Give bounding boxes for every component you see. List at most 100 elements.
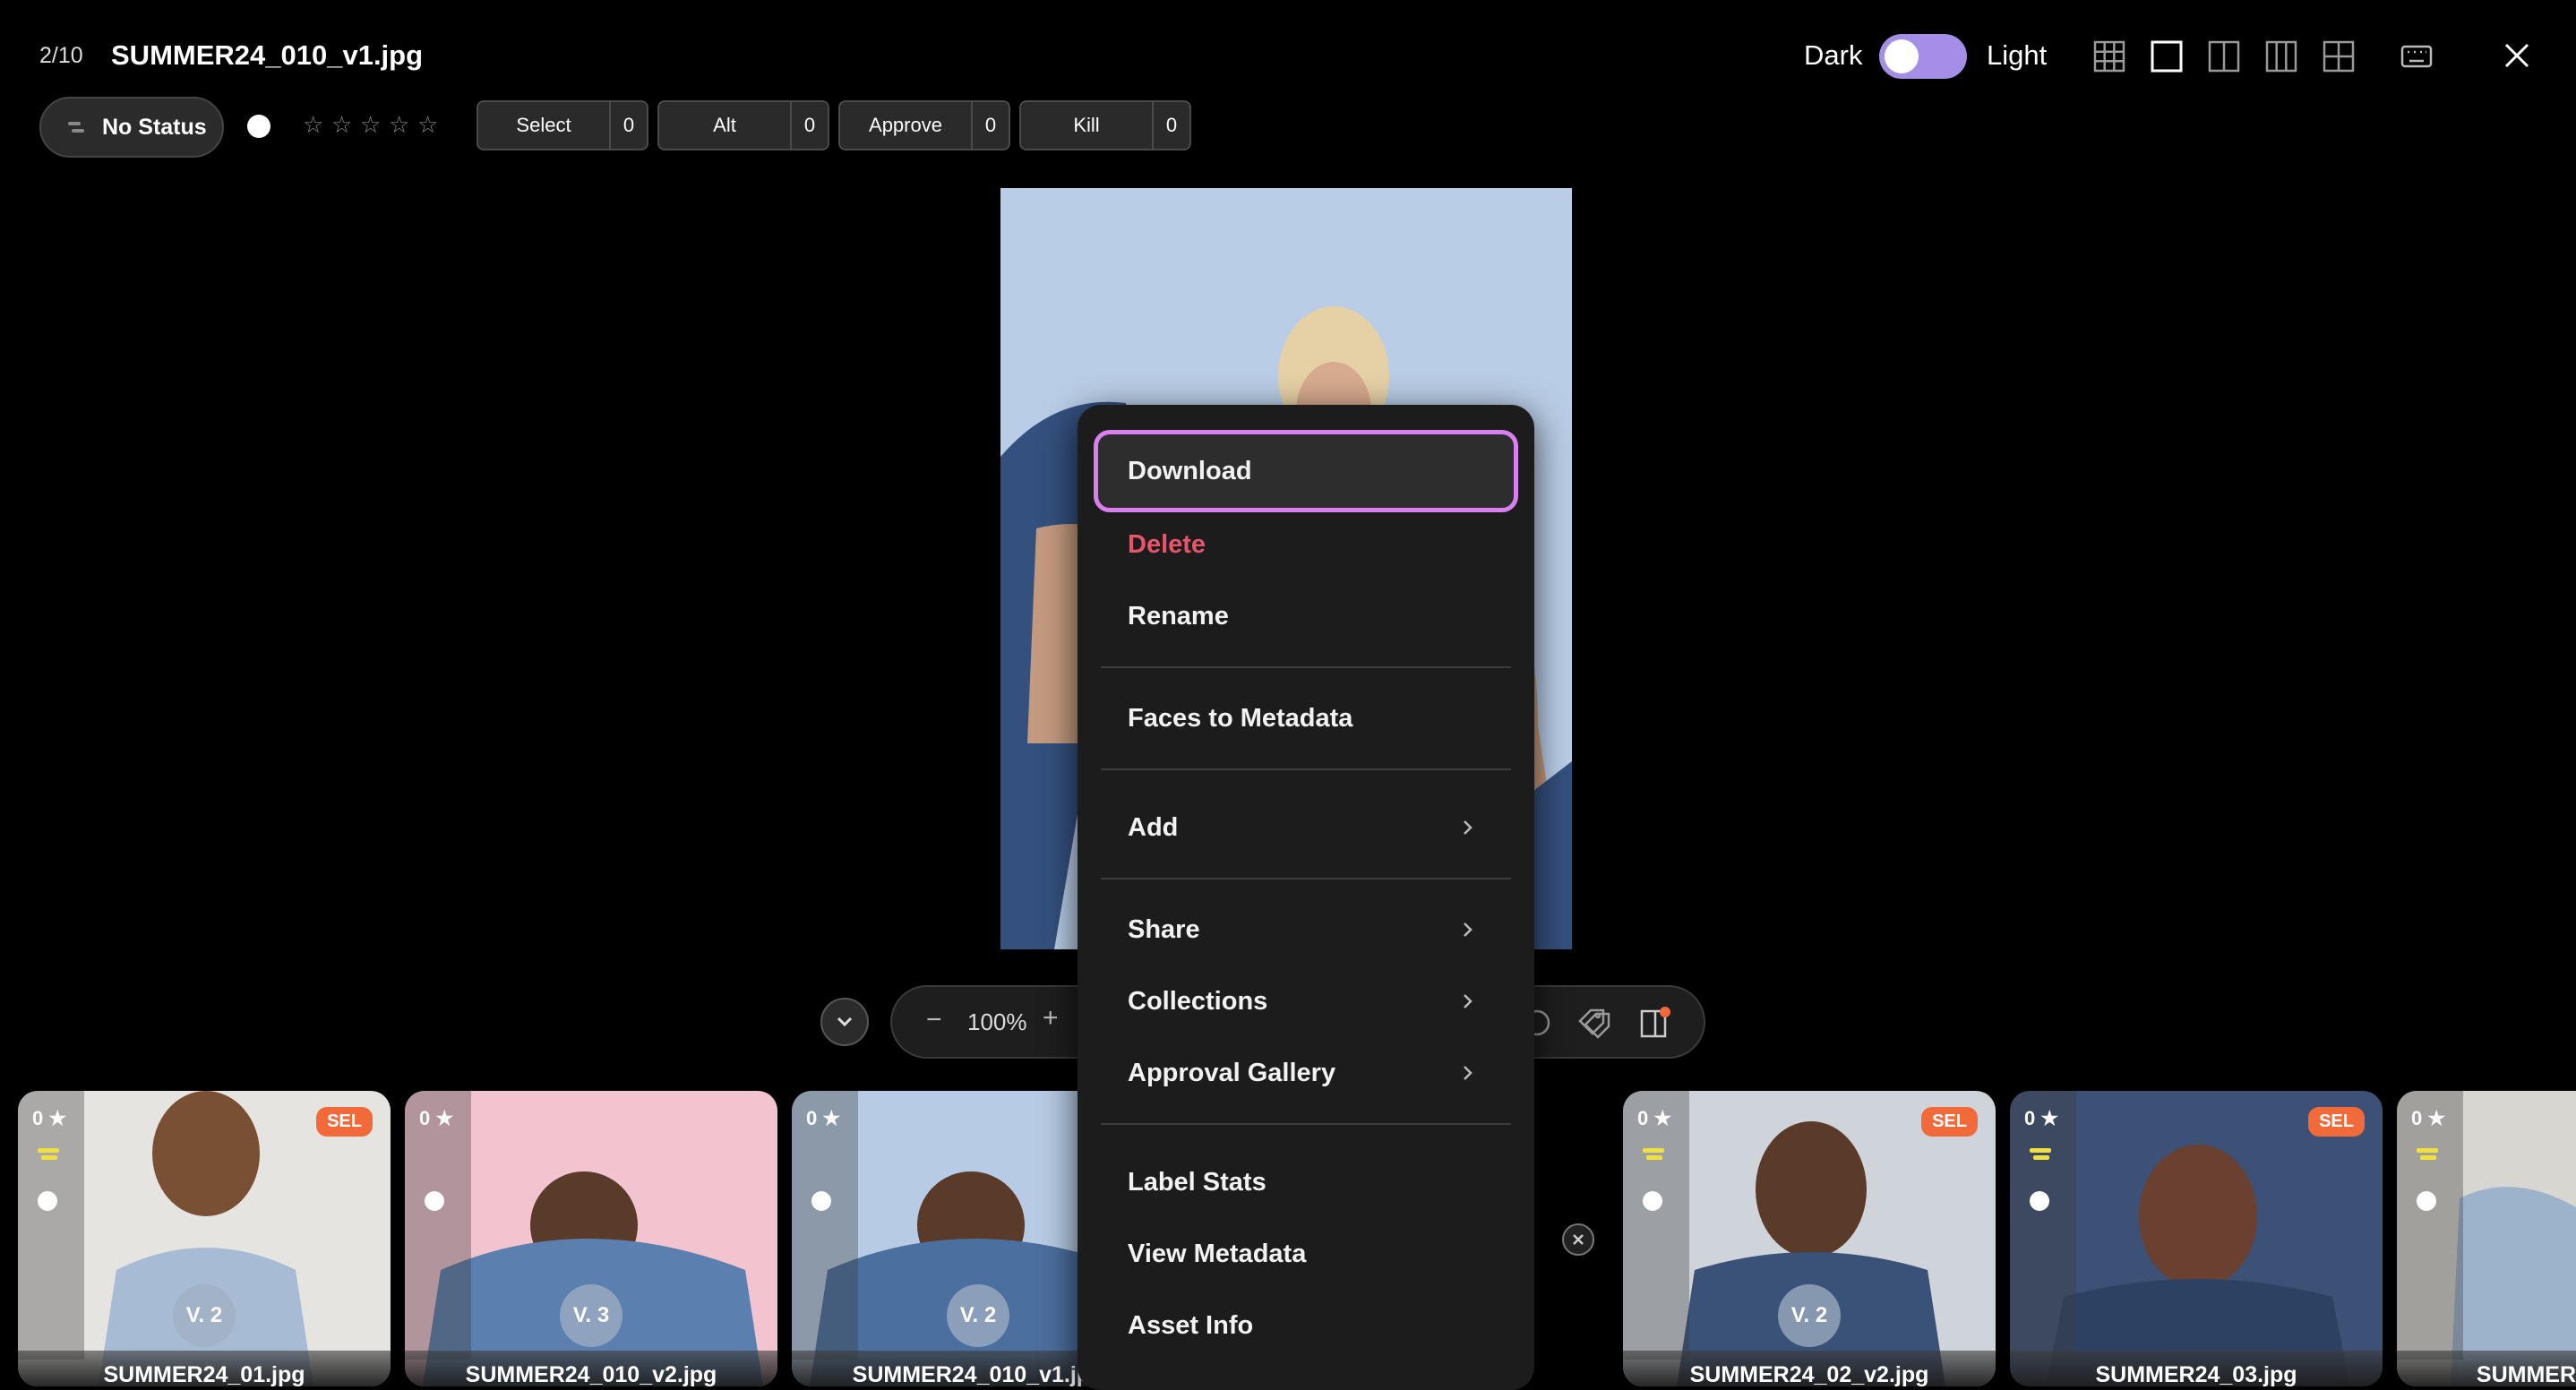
color-label-dot[interactable]	[1643, 1191, 1662, 1211]
menu-item-add[interactable]: Add	[1128, 813, 1178, 843]
theme-dark-label: Dark	[1804, 39, 1863, 71]
menu-item-approval-gallery[interactable]: Approval Gallery	[1128, 1059, 1335, 1088]
version-badge[interactable]: V. 2	[173, 1284, 236, 1347]
menu-item-view-metadata[interactable]: View Metadata	[1128, 1240, 1306, 1269]
thumbnail-filename: SUMMER24_010_v2.jpg	[405, 1351, 777, 1386]
thumbnail-side-panel	[1623, 1091, 1689, 1360]
menu-divider	[1101, 878, 1511, 879]
thumbnail-filename: SUMMER24_02_v2.jpg	[1623, 1351, 1996, 1386]
label-count: 0	[971, 102, 1009, 149]
three-column-icon[interactable]	[2264, 39, 2298, 73]
zoom-out-button[interactable]: −	[926, 1005, 942, 1035]
color-label-dot[interactable]	[38, 1191, 57, 1211]
thumbnail-side-panel	[792, 1091, 858, 1360]
flag-icon[interactable]	[2417, 1148, 2440, 1161]
thumbnail-filename: SUMMER24_03.jpg	[2010, 1351, 2383, 1386]
thumbnail-side-panel	[2010, 1091, 2076, 1360]
label-name: Alt	[713, 114, 736, 136]
menu-item-share[interactable]: Share	[1128, 915, 1200, 945]
filmstrip-thumbnail[interactable]: 0 ★ V. 3 SUMMER24_010_v2.jpg	[405, 1091, 777, 1386]
color-label-dot[interactable]	[2030, 1191, 2049, 1211]
thumbnail-filename: SUMMER24_01.jpg	[18, 1351, 391, 1386]
chevron-down-icon	[837, 1017, 853, 1027]
menu-item-download[interactable]: Download	[1128, 457, 1252, 486]
thumbnail-rating[interactable]: 0 ★	[32, 1107, 66, 1130]
label-count: 0	[1152, 102, 1189, 149]
chevron-right-icon	[1464, 922, 1473, 937]
thumbnail-rating[interactable]: 0 ★	[419, 1107, 453, 1130]
two-column-icon[interactable]	[2207, 39, 2241, 73]
thumbnail-side-panel	[405, 1091, 471, 1360]
flag-icon[interactable]	[38, 1148, 61, 1161]
theme-toggle[interactable]	[1879, 34, 1967, 79]
chevron-right-icon	[1464, 1066, 1473, 1080]
flag-icon[interactable]	[2030, 1148, 2053, 1161]
tag-icon[interactable]	[1576, 1005, 1612, 1041]
theme-light-label: Light	[1987, 39, 2048, 71]
label-name: Select	[516, 114, 571, 136]
label-name: Approve	[869, 114, 942, 136]
star-icon[interactable]: ☆	[389, 111, 412, 139]
menu-divider	[1101, 768, 1511, 770]
status-icon	[68, 122, 84, 133]
menu-divider	[1101, 666, 1511, 668]
close-icon[interactable]	[2499, 38, 2535, 73]
sel-badge: SEL	[2308, 1107, 2365, 1137]
menu-item-label-stats[interactable]: Label Stats	[1128, 1168, 1267, 1197]
thumbnail-rating[interactable]: 0 ★	[2024, 1107, 2058, 1130]
star-icon[interactable]: ☆	[331, 111, 355, 139]
thumbnail-side-panel	[2397, 1091, 2463, 1360]
label-count: 0	[609, 102, 647, 149]
approve-label-button[interactable]: Approve 0	[838, 100, 1010, 150]
status-label: No Status	[102, 114, 207, 140]
version-badge[interactable]: V. 3	[560, 1284, 623, 1347]
color-label-dot[interactable]	[811, 1191, 831, 1211]
menu-divider	[1101, 1123, 1511, 1125]
toggle-knob	[1885, 39, 1919, 73]
version-badge[interactable]: V. 2	[947, 1284, 1009, 1347]
version-badge[interactable]: V. 2	[1778, 1284, 1841, 1347]
thumbnail-rating[interactable]: 0 ★	[2411, 1107, 2445, 1130]
remove-from-stack-button[interactable]	[1562, 1223, 1594, 1256]
star-rating[interactable]: ☆ ☆ ☆ ☆ ☆	[303, 111, 441, 139]
star-icon[interactable]: ☆	[417, 111, 441, 139]
select-label-button[interactable]: Select 0	[477, 100, 648, 150]
color-label-dot[interactable]	[2417, 1191, 2436, 1211]
chevron-right-icon	[1464, 820, 1473, 835]
menu-item-asset-info[interactable]: Asset Info	[1128, 1311, 1253, 1341]
color-label-dot[interactable]	[425, 1191, 444, 1211]
thumbnail-rating[interactable]: 0 ★	[806, 1107, 840, 1130]
filmstrip-thumbnail[interactable]: 0 ★ SEL V. 2 SUMMER24_02_v2.jpg	[1623, 1091, 1996, 1386]
filmstrip-thumbnail[interactable]: 0 ★ SEL SUMMER24_03.jpg	[2010, 1091, 2383, 1386]
menu-item-collections[interactable]: Collections	[1128, 987, 1267, 1017]
context-menu: Download Delete Rename Faces to Metadata…	[1078, 405, 1534, 1390]
thumbnail-rating[interactable]: 0 ★	[1637, 1107, 1671, 1130]
four-grid-icon[interactable]	[2322, 39, 2356, 73]
image-counter: 2/10	[39, 43, 83, 68]
thumbnail-side-panel	[18, 1091, 84, 1360]
collapse-filmstrip-button[interactable]	[820, 998, 869, 1046]
side-panel-icon[interactable]	[1637, 1005, 1673, 1041]
single-view-icon[interactable]	[2150, 39, 2184, 73]
keyboard-icon[interactable]	[2399, 39, 2434, 73]
sel-badge: SEL	[316, 1107, 373, 1137]
close-icon	[1573, 1234, 1584, 1245]
menu-item-delete[interactable]: Delete	[1128, 530, 1206, 560]
zoom-in-button[interactable]: +	[1043, 1003, 1059, 1034]
sel-badge: SEL	[1921, 1107, 1978, 1137]
color-label-dot[interactable]	[247, 115, 270, 138]
flag-icon[interactable]	[1643, 1148, 1666, 1161]
filmstrip-thumbnail[interactable]: 0 ★ SEL V. 2 SUMMER24_01.jpg	[18, 1091, 391, 1386]
star-icon[interactable]: ☆	[303, 111, 326, 139]
grid-layout-icon[interactable]	[2092, 39, 2126, 73]
alt-label-button[interactable]: Alt 0	[657, 100, 829, 150]
thumbnail-filename: SUMMER	[2397, 1351, 2576, 1386]
zoom-level: 100%	[967, 1008, 1027, 1035]
filmstrip-thumbnail[interactable]: 0 ★ SUMMER	[2397, 1091, 2576, 1386]
menu-item-rename[interactable]: Rename	[1128, 602, 1229, 631]
kill-label-button[interactable]: Kill 0	[1019, 100, 1191, 150]
status-dropdown[interactable]: No Status	[39, 97, 224, 158]
label-name: Kill	[1073, 114, 1100, 136]
star-icon[interactable]: ☆	[360, 111, 383, 139]
menu-item-faces-to-metadata[interactable]: Faces to Metadata	[1128, 704, 1352, 734]
